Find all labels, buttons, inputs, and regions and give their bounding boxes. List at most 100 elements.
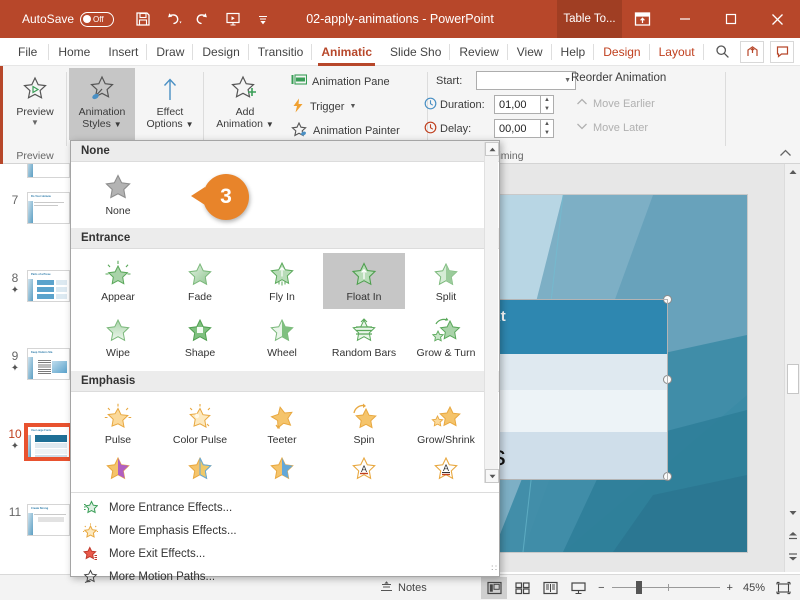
gallery-item-grow-shrink[interactable]: Grow/Shrink [405,396,487,452]
gallery-item-wheel[interactable]: Wheel [241,309,323,365]
tab-animations[interactable]: Animatic [312,38,381,66]
gallery-item-random-bars[interactable]: Random Bars [323,309,405,365]
tab-help[interactable]: Help [552,38,595,66]
tab-transitions[interactable]: Transitio [249,38,313,66]
gallery-item-lighten[interactable] [241,452,323,486]
gallery-item-appear[interactable]: Appear [77,253,159,309]
gallery-item-split[interactable]: Split [405,253,487,309]
scroll-down-button[interactable] [785,505,800,521]
contextual-tab-table-tools[interactable]: Table To... [557,0,622,38]
animation-styles-button[interactable]: Animation Styles ▼ [69,68,135,140]
zoom-slider[interactable] [612,577,720,599]
gallery-item-fly-in[interactable]: Fly In [241,253,323,309]
next-slide-button[interactable] [785,549,800,565]
trigger-button[interactable]: Trigger ▼ [288,96,359,117]
chevron-down-icon[interactable]: ▼ [349,103,356,110]
move-earlier-button[interactable]: Move Earlier [576,97,655,110]
gallery-item-fade[interactable]: Fade [159,253,241,309]
gallery-item-wipe[interactable]: Wipe [77,309,159,365]
tab-file[interactable]: File [0,38,49,66]
gallery-item-teeter[interactable]: Teeter [241,396,323,452]
list-item[interactable]: 8 ✦ Parts of a Prese [3,270,73,302]
gallery-item-underline[interactable]: A [405,452,487,486]
thumbnail-card[interactable]: Do Your Homew [27,192,70,224]
previous-slide-button[interactable] [785,527,800,543]
list-item[interactable]: 9 ✦ Keep Visitors Sta [3,348,73,380]
gallery-item-spin[interactable]: Spin [323,396,405,452]
gallery-item-pulse[interactable]: Pulse [77,396,159,452]
thumbnail-card[interactable]: Parts of a Prese [27,270,70,302]
minimize-button[interactable] [662,0,708,38]
move-later-button[interactable]: Move Later [576,121,648,134]
gallery-item-grow-turn[interactable]: Grow & Turn [405,309,487,365]
scroll-up-button[interactable] [785,164,800,180]
tab-home[interactable]: Home [49,38,99,66]
thumbnail-card[interactable]: Create Strong [27,504,70,536]
search-icon[interactable] [710,41,734,63]
start-dropdown[interactable]: ▼ [476,71,576,90]
tab-draw[interactable]: Draw [147,38,193,66]
duration-input[interactable]: 01,00 [494,95,541,114]
gallery-resize-grip[interactable]: ∷ [491,563,496,574]
menu-item-more-exit-effects[interactable]: More Exit Effects... [71,542,499,565]
gallery-scroll-up-button[interactable] [485,142,499,156]
tab-insert[interactable]: Insert [99,38,147,66]
tab-table-design[interactable]: Design [594,38,649,66]
animation-painter-button[interactable]: Animation Painter [288,120,403,141]
canvas-vertical-scrollbar[interactable] [784,164,800,572]
list-item[interactable]: 11 Create Strong [3,504,73,536]
slide-sorter-icon[interactable] [509,577,535,599]
preview-button[interactable]: Preview ▼ [9,68,61,127]
delay-stepper[interactable]: ▲▼ [541,119,554,138]
close-button[interactable] [754,0,800,38]
gallery-item-color-pulse[interactable]: Color Pulse [159,396,241,452]
zoom-level-label[interactable]: 45% [740,576,768,600]
thumbnail-card[interactable]: Keep Visitors Sta [27,348,70,380]
undo-icon[interactable] [160,6,186,32]
chevron-down-icon[interactable]: ▼ [31,118,39,127]
maximize-button[interactable] [708,0,754,38]
gallery-item-shape[interactable]: Shape [159,309,241,365]
collapse-ribbon-button[interactable] [779,149,792,161]
fit-slide-icon[interactable] [770,577,796,599]
tab-review[interactable]: Review [450,38,507,66]
list-item[interactable]: 7 Do Your Homew [3,192,73,224]
gallery-item-darken[interactable] [159,452,241,486]
menu-item-more-motion-paths[interactable]: More Motion Paths... [71,565,499,588]
effect-options-button[interactable]: Effect Options ▼ [139,68,201,130]
save-icon[interactable] [130,6,156,32]
gallery-scroll-down-button[interactable] [485,469,499,483]
autosave-control[interactable]: AutoSave Off [22,12,114,27]
tab-design[interactable]: Design [193,38,248,66]
autosave-toggle[interactable]: Off [80,12,114,27]
duration-stepper[interactable]: ▲▼ [541,95,554,114]
tab-table-layout[interactable]: Layout [650,38,704,66]
menu-item-more-emphasis-effects[interactable]: More Emphasis Effects... [71,519,499,542]
add-animation-button[interactable]: Add Animation ▼ [208,68,282,130]
scrollbar-thumb[interactable] [787,364,799,394]
zoom-in-button[interactable]: + [722,576,738,600]
thumbnail-card-selected[interactable]: Use Large Fonts [27,426,70,458]
slideshow-icon[interactable] [565,577,591,599]
comments-icon[interactable] [770,41,794,63]
share-icon[interactable] [740,41,764,63]
tab-slide-show[interactable]: Slide Sho [381,38,450,66]
customize-qat-icon[interactable] [250,6,276,32]
animation-pane-button[interactable]: Animation Pane [288,71,393,92]
thumbnail-card[interactable] [27,164,70,178]
gallery-scrollbar[interactable] [484,142,498,483]
list-item[interactable]: 10 ✦ Use Large Fonts [3,426,73,458]
ribbon-display-options-icon[interactable] [630,7,654,31]
gallery-item-desaturate[interactable] [77,452,159,486]
slide-thumbnail-panel[interactable]: 7 Do Your Homew 8 ✦ Parts of a Prese [3,164,73,572]
zoom-out-button[interactable]: − [593,576,609,600]
gallery-item-font-color[interactable]: A [323,452,405,486]
start-presentation-icon[interactable] [220,6,246,32]
gallery-item-float-in[interactable]: Float In [323,253,405,309]
reading-view-icon[interactable] [537,577,563,599]
menu-item-more-entrance-effects[interactable]: More Entrance Effects... [71,496,499,519]
gallery-item-none[interactable]: None [77,168,159,220]
zoom-knob[interactable] [636,581,642,594]
tab-view[interactable]: View [508,38,552,66]
delay-input[interactable]: 00,00 [494,119,541,138]
